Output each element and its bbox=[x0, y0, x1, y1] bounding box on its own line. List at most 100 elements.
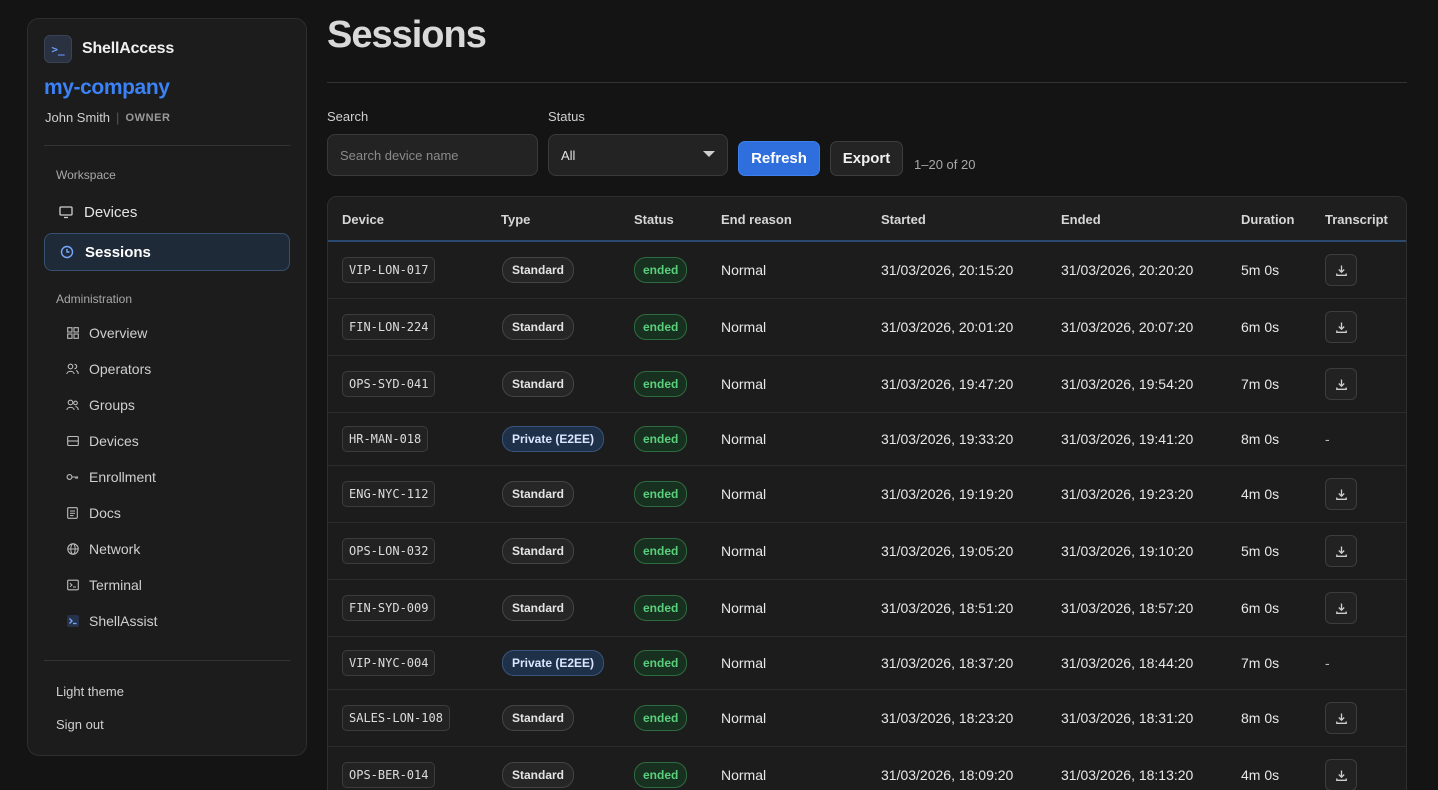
download-transcript-button[interactable] bbox=[1325, 535, 1357, 567]
duration: 4m 0s bbox=[1241, 486, 1280, 502]
type-badge: Standard bbox=[502, 371, 575, 397]
status-badge: ended bbox=[634, 426, 688, 452]
end-reason: Normal bbox=[721, 319, 767, 335]
end-reason: Normal bbox=[721, 655, 767, 671]
nav-item-label: Operators bbox=[89, 361, 152, 377]
nav-item-label: ShellAssist bbox=[89, 613, 158, 629]
ended-time: 31/03/2026, 20:20:20 bbox=[1061, 262, 1194, 278]
status-badge: ended bbox=[634, 762, 688, 788]
started-time: 31/03/2026, 18:23:20 bbox=[881, 710, 1014, 726]
status-select-value: All bbox=[561, 147, 576, 163]
table-row[interactable]: OPS-BER-014 Standard ended Normal 31/03/2026… bbox=[328, 747, 1406, 790]
download-transcript-button[interactable] bbox=[1325, 368, 1357, 400]
title-divider bbox=[327, 82, 1407, 83]
nav-item-admin-devices[interactable]: Devices bbox=[66, 429, 139, 453]
status-select[interactable]: All bbox=[548, 134, 728, 176]
nav-item-terminal[interactable]: Terminal bbox=[66, 573, 142, 597]
nav-item-enrollment[interactable]: Enrollment bbox=[66, 465, 156, 489]
nav-item-shellassist[interactable]: ShellAssist bbox=[66, 609, 157, 633]
transcript-unavailable: - bbox=[1325, 431, 1330, 447]
ended-time: 31/03/2026, 18:13:20 bbox=[1061, 767, 1194, 783]
search-label: Search bbox=[327, 109, 369, 124]
column-header-started[interactable]: Started bbox=[881, 212, 926, 227]
type-badge: Standard bbox=[502, 257, 575, 283]
nav-item-devices[interactable]: Devices bbox=[44, 193, 290, 231]
result-range: 1–20 of 20 bbox=[914, 157, 976, 172]
table-row[interactable]: ENG-NYC-112 Standard ended Normal 31/03/2026… bbox=[328, 466, 1406, 523]
nav-item-operators[interactable]: Operators bbox=[66, 357, 151, 381]
column-header-duration[interactable]: Duration bbox=[1241, 212, 1294, 227]
duration: 5m 0s bbox=[1241, 543, 1280, 559]
nav-item-docs[interactable]: Docs bbox=[66, 501, 121, 525]
download-transcript-button[interactable] bbox=[1325, 254, 1357, 286]
download-transcript-button[interactable] bbox=[1325, 592, 1357, 624]
download-icon bbox=[1335, 265, 1347, 276]
light-theme-toggle[interactable]: Light theme bbox=[56, 684, 124, 699]
table-row[interactable]: OPS-LON-032 Standard ended Normal 31/03/2026… bbox=[328, 523, 1406, 580]
org-name[interactable]: my-company bbox=[44, 76, 170, 100]
table-row[interactable]: FIN-SYD-009 Standard ended Normal 31/03/2026… bbox=[328, 580, 1406, 637]
download-icon bbox=[1335, 603, 1347, 614]
status-badge: ended bbox=[634, 595, 688, 621]
duration: 6m 0s bbox=[1241, 319, 1280, 335]
table-row[interactable]: FIN-LON-224 Standard ended Normal 31/03/2026… bbox=[328, 299, 1406, 356]
status-badge: ended bbox=[634, 314, 688, 340]
column-header-type[interactable]: Type bbox=[501, 212, 530, 227]
nav-item-label: Groups bbox=[89, 397, 135, 413]
table-row[interactable]: OPS-SYD-041 Standard ended Normal 31/03/2026… bbox=[328, 356, 1406, 413]
download-transcript-button[interactable] bbox=[1325, 311, 1357, 343]
device-name: SALES-LON-108 bbox=[342, 705, 450, 731]
table-row[interactable]: VIP-NYC-004 Private (E2EE) ended Normal 31/0… bbox=[328, 637, 1406, 690]
type-badge: Standard bbox=[502, 314, 575, 340]
column-header-end-reason[interactable]: End reason bbox=[721, 212, 792, 227]
divider bbox=[44, 660, 290, 661]
device-name: OPS-BER-014 bbox=[342, 762, 436, 788]
nav-item-network[interactable]: Network bbox=[66, 537, 140, 561]
nav-item-label: Docs bbox=[89, 505, 121, 521]
end-reason: Normal bbox=[721, 543, 767, 559]
nav-item-label: Terminal bbox=[89, 577, 142, 593]
download-icon bbox=[1335, 546, 1347, 557]
transcript-unavailable: - bbox=[1325, 655, 1330, 671]
transcript-cell bbox=[1325, 592, 1357, 624]
transcript-cell bbox=[1325, 254, 1357, 286]
nav-item-label: Network bbox=[89, 541, 141, 557]
download-transcript-button[interactable] bbox=[1325, 702, 1357, 734]
nav-item-sessions[interactable]: Sessions bbox=[44, 233, 290, 271]
end-reason: Normal bbox=[721, 486, 767, 502]
device-name: OPS-SYD-041 bbox=[342, 371, 436, 397]
download-transcript-button[interactable] bbox=[1325, 478, 1357, 510]
table-row[interactable]: HR-MAN-018 Private (E2EE) ended Normal 31/03… bbox=[328, 413, 1406, 466]
end-reason: Normal bbox=[721, 376, 767, 392]
type-badge: Standard bbox=[502, 595, 575, 621]
brand[interactable]: >_ ShellAccess bbox=[44, 35, 174, 63]
started-time: 31/03/2026, 18:09:20 bbox=[881, 767, 1014, 783]
started-time: 31/03/2026, 19:33:20 bbox=[881, 431, 1014, 447]
download-transcript-button[interactable] bbox=[1325, 759, 1357, 790]
column-header-transcript[interactable]: Transcript bbox=[1325, 212, 1388, 227]
duration: 7m 0s bbox=[1241, 655, 1280, 671]
group-icon bbox=[66, 399, 79, 412]
transcript-cell bbox=[1325, 759, 1357, 790]
ended-time: 31/03/2026, 19:54:20 bbox=[1061, 376, 1194, 392]
duration: 5m 0s bbox=[1241, 262, 1280, 278]
duration: 8m 0s bbox=[1241, 431, 1280, 447]
search-input[interactable] bbox=[327, 134, 538, 176]
type-badge: Private (E2EE) bbox=[502, 650, 605, 676]
section-label-workspace: Workspace bbox=[56, 168, 116, 182]
refresh-button[interactable]: Refresh bbox=[738, 141, 820, 176]
nav-item-groups[interactable]: Groups bbox=[66, 393, 135, 417]
status-badge: ended bbox=[634, 371, 688, 397]
column-header-device[interactable]: Device bbox=[342, 212, 384, 227]
sign-out-link[interactable]: Sign out bbox=[56, 717, 104, 732]
column-header-ended[interactable]: Ended bbox=[1061, 212, 1101, 227]
type-badge: Private (E2EE) bbox=[502, 426, 605, 452]
table-row[interactable]: SALES-LON-108 Standard ended Normal 31/03/20… bbox=[328, 690, 1406, 747]
table-row[interactable]: VIP-LON-017 Standard ended Normal 31/03/2026… bbox=[328, 242, 1406, 299]
column-header-status[interactable]: Status bbox=[634, 212, 674, 227]
nav-item-overview[interactable]: Overview bbox=[66, 321, 147, 345]
grid-icon bbox=[66, 327, 79, 340]
status-badge: ended bbox=[634, 705, 688, 731]
export-button[interactable]: Export bbox=[830, 141, 903, 176]
device-name: HR-MAN-018 bbox=[342, 426, 429, 452]
